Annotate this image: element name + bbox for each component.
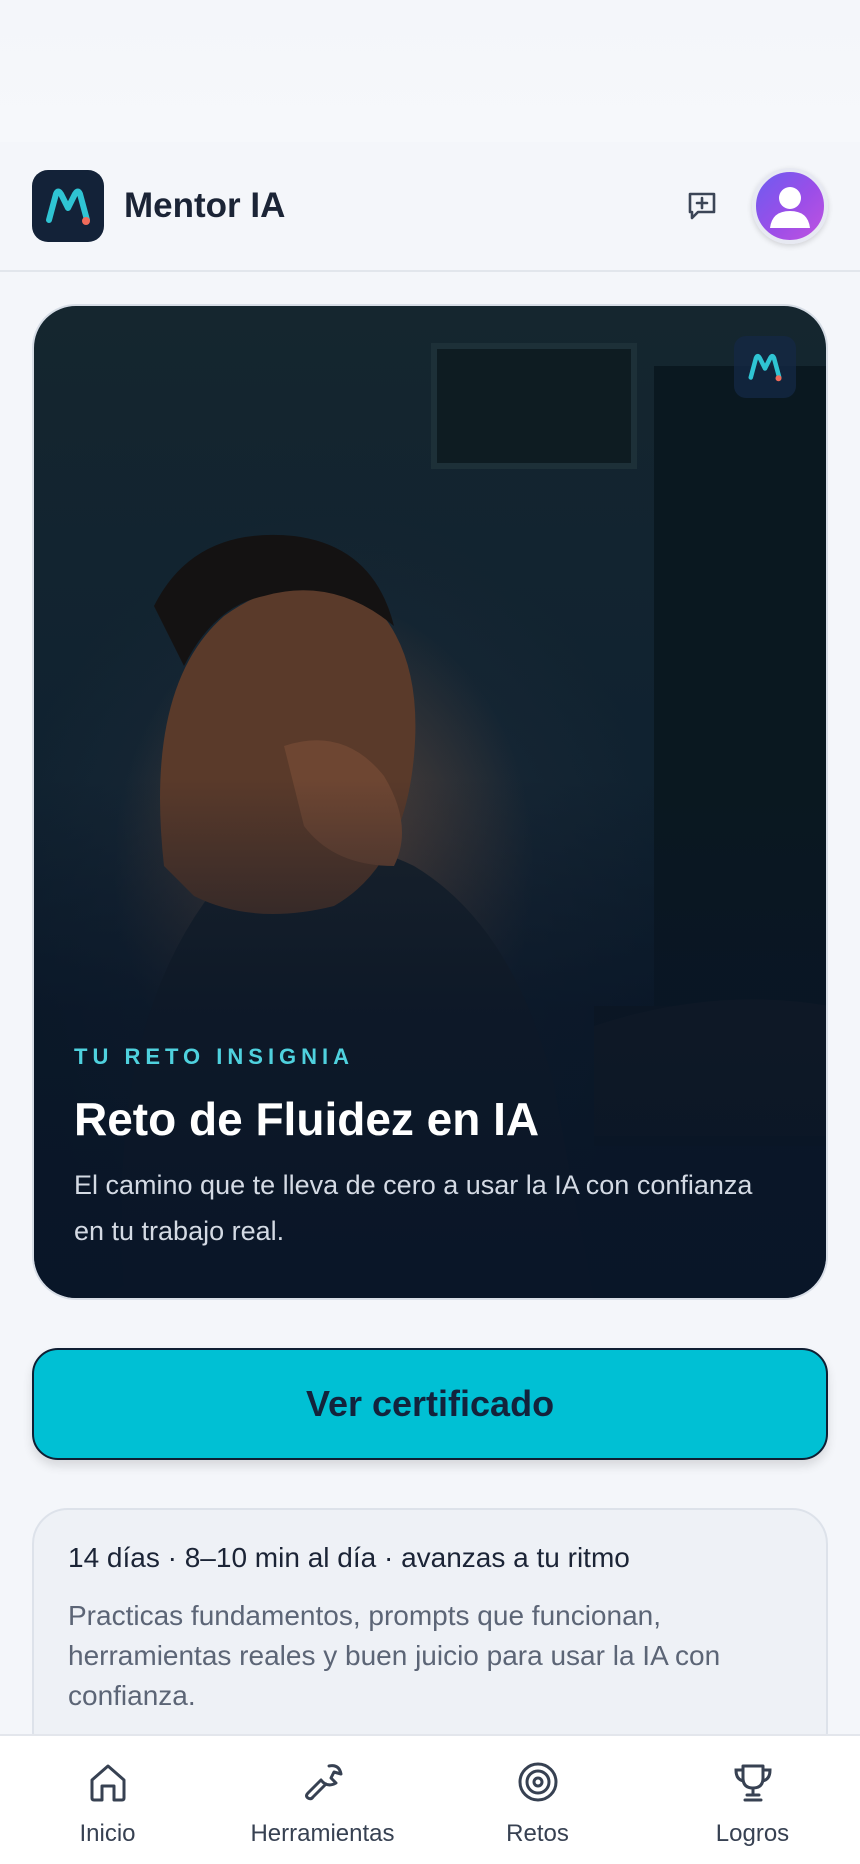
mentor-logo-icon[interactable]: [32, 170, 104, 242]
hero-text: TU RETO INSIGNIA Reto de Fluidez en IA E…: [74, 1044, 786, 1254]
nav-label: Retos: [506, 1820, 569, 1847]
app-header: Mentor IA: [0, 142, 860, 272]
challenge-meta: 14 días · 8–10 min al día · avanzas a tu…: [68, 1542, 630, 1573]
hero-title: Reto de Fluidez en IA: [74, 1093, 540, 1145]
view-certificate-button[interactable]: Ver certificado: [32, 1348, 828, 1460]
nav-item-inicio[interactable]: Inicio: [0, 1736, 215, 1864]
trophy-icon: [733, 1764, 772, 1802]
hero-eyebrow: TU RETO INSIGNIA: [74, 1044, 355, 1069]
challenge-info-card: 14 días · 8–10 min al día · avanzas a tu…: [32, 1508, 828, 1768]
bottom-nav: Inicio Herramientas Retos Logros: [0, 1734, 860, 1864]
message-plus-icon[interactable]: [672, 176, 732, 236]
hero-description: El camino que te lleva de cero a usar la…: [74, 1170, 753, 1246]
nav-item-herramientas[interactable]: Herramientas: [215, 1736, 430, 1864]
mentor-logo-icon: [734, 336, 796, 398]
nav-item-logros[interactable]: Logros: [645, 1736, 860, 1864]
status-bar-area: [0, 0, 860, 142]
nav-item-retos[interactable]: Retos: [430, 1736, 645, 1864]
wrench-icon: [304, 1764, 342, 1801]
challenge-description: Practicas fundamentos, prompts que funci…: [68, 1600, 721, 1711]
nav-label: Logros: [715, 1820, 790, 1847]
home-icon: [90, 1764, 125, 1802]
nav-label: Herramientas: [250, 1820, 395, 1847]
app-title: Mentor IA: [124, 186, 286, 225]
challenge-hero-card[interactable]: TU RETO INSIGNIA Reto de Fluidez en IA E…: [32, 304, 828, 1300]
user-avatar-icon[interactable]: [752, 168, 828, 244]
nav-label: Inicio: [79, 1820, 136, 1847]
target-icon: [518, 1762, 557, 1802]
